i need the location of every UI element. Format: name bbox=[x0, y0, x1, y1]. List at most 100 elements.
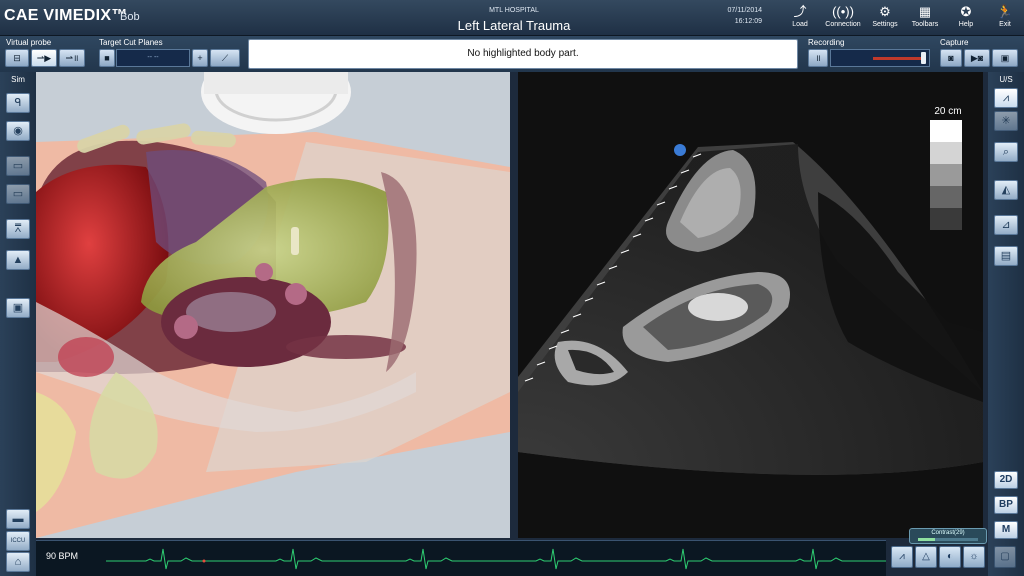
iccu-label: ICCU bbox=[10, 538, 26, 544]
hospital-name: MTL HOSPITAL bbox=[489, 7, 539, 14]
layer-icon: ▭ bbox=[12, 160, 24, 172]
eye-icon: ◉ bbox=[13, 125, 23, 137]
sim-warning-button[interactable]: ▲ bbox=[6, 250, 30, 270]
brightness-button[interactable]: ☼ bbox=[963, 546, 985, 568]
ultrasound-view[interactable]: 20 cm bbox=[518, 72, 983, 538]
cut-plane-stop-button[interactable]: ■ bbox=[99, 49, 115, 67]
us-sector-button[interactable]: ◭ bbox=[994, 180, 1018, 200]
recording-slider-handle[interactable] bbox=[921, 52, 926, 64]
sim-visibility-button[interactable]: ◉ bbox=[6, 121, 30, 141]
snowflake-icon: ✳ bbox=[1001, 115, 1011, 127]
anatomy-illustration bbox=[36, 72, 510, 538]
sim-panel bbox=[0, 72, 36, 576]
play-icon: ⇀▶ bbox=[36, 53, 52, 63]
recording-label: Recording bbox=[808, 38, 845, 47]
capture-photo-button[interactable]: ◙ bbox=[940, 49, 962, 67]
capture-video-button[interactable]: ▶◙ bbox=[964, 49, 990, 67]
exit-label: Exit bbox=[999, 21, 1011, 28]
cut-plane-field[interactable]: -- -- bbox=[116, 49, 190, 67]
contrast-toggle-button[interactable]: ◐ bbox=[939, 546, 961, 568]
ecg-trace bbox=[106, 548, 886, 570]
sim-window-button[interactable]: ▣ bbox=[6, 298, 30, 318]
help-label: Help bbox=[958, 21, 974, 28]
recording-pause-button[interactable]: ॥ bbox=[808, 49, 828, 67]
gallery-icon: ▣ bbox=[1000, 53, 1010, 63]
load-button[interactable]: ⤴ Load bbox=[781, 3, 819, 33]
connection-icon: ((•)) bbox=[832, 4, 854, 19]
ecg-strip: 90 BPM bbox=[36, 540, 886, 576]
us-zoom-button[interactable]: ⌕ bbox=[994, 142, 1018, 162]
body-icon: ᑫ bbox=[14, 97, 22, 109]
exit-button[interactable]: 🏃 Exit bbox=[986, 3, 1024, 33]
help-icon: ✪ bbox=[960, 4, 972, 19]
sim-monitor-button[interactable]: ▬ bbox=[6, 509, 30, 529]
probe-select-button[interactable]: ⊟ bbox=[5, 49, 29, 67]
mode-2d-button[interactable]: 2D bbox=[994, 471, 1018, 489]
mode-bp-button[interactable]: BP bbox=[994, 496, 1018, 514]
magnifier-icon: ⌕ bbox=[1002, 146, 1010, 158]
toolbars-button[interactable]: ▦ Toolbars bbox=[906, 3, 944, 33]
target-cut-planes-label: Target Cut Planes bbox=[99, 38, 163, 47]
plus-icon: + bbox=[197, 53, 203, 63]
probe-view-icon: ⩞ bbox=[14, 223, 22, 235]
virtual-probe-label: Virtual probe bbox=[6, 38, 52, 47]
probe-marker-icon bbox=[674, 144, 686, 156]
settings-button[interactable]: ⚙ Settings bbox=[866, 3, 904, 33]
sim-home-button[interactable]: ⌂ bbox=[6, 552, 30, 572]
connection-button[interactable]: ((•)) Connection bbox=[822, 3, 864, 33]
probe-play-button[interactable]: ⇀▶ bbox=[31, 49, 57, 67]
probe-curve-button[interactable]: △ bbox=[915, 546, 937, 568]
anatomy-3d-view[interactable] bbox=[36, 72, 510, 538]
time-display: 16:12:09 bbox=[734, 18, 762, 25]
ultrasound-image bbox=[518, 72, 983, 538]
us-freeze-button[interactable]: ✳ bbox=[994, 111, 1018, 131]
probe-sector-button[interactable]: ⩘ bbox=[891, 546, 913, 568]
sector-icon: ◭ bbox=[1001, 184, 1011, 196]
plane-tool-icon: ⟋ bbox=[221, 53, 229, 63]
triangle-icon: ▲ bbox=[12, 254, 24, 266]
curve-probe-icon: △ bbox=[922, 551, 930, 562]
window-icon: ▣ bbox=[12, 302, 24, 314]
load-icon: ⤴ bbox=[793, 4, 807, 19]
connection-label: Connection bbox=[825, 21, 861, 28]
extra-button[interactable]: ▢ bbox=[994, 546, 1016, 568]
brightness-icon: ☼ bbox=[969, 551, 979, 562]
sim-layer-button[interactable]: ▭ bbox=[6, 156, 30, 176]
us-ecg-button[interactable]: ⩘ bbox=[994, 88, 1018, 108]
annotate-icon: ▤ bbox=[1000, 250, 1012, 262]
highlight-message: No highlighted body part. bbox=[248, 39, 798, 69]
contrast-label: Contrast(29) bbox=[931, 530, 965, 536]
sim-body-button[interactable]: ᑫ bbox=[6, 93, 30, 113]
contrast-track[interactable] bbox=[918, 538, 978, 541]
sim-probe-view-button[interactable]: ⩞ bbox=[6, 219, 30, 239]
us-panel-title: U/S bbox=[999, 75, 1013, 84]
iccu-button[interactable]: ICCU bbox=[6, 531, 30, 551]
load-label: Load bbox=[792, 21, 808, 28]
mode-m-button[interactable]: M bbox=[994, 521, 1018, 539]
ecg-cursor bbox=[202, 559, 206, 563]
help-button[interactable]: ✪ Help bbox=[947, 3, 985, 33]
toolbars-label: Toolbars bbox=[911, 21, 939, 28]
monitor-icon: ▬ bbox=[12, 513, 24, 525]
probe-pause-button[interactable]: ⇀॥ bbox=[59, 49, 85, 67]
sim-panel-title: Sim bbox=[11, 75, 25, 84]
cut-plane-tool-button[interactable]: ⟋ bbox=[210, 49, 240, 67]
slice-icon: ▭ bbox=[12, 188, 24, 200]
sim-slice-button[interactable]: ▭ bbox=[6, 184, 30, 204]
cut-plane-add-button[interactable]: + bbox=[192, 49, 208, 67]
brand-title: CAE VIMEDIX™ bbox=[4, 7, 128, 24]
recording-timeline[interactable] bbox=[830, 49, 930, 67]
date-display: 07/11/2014 bbox=[727, 7, 762, 14]
case-title: Left Lateral Trauma bbox=[457, 18, 571, 33]
sector-probe-icon: ⩘ bbox=[899, 551, 905, 562]
us-annotate-button[interactable]: ▤ bbox=[994, 246, 1018, 266]
capture-gallery-button[interactable]: ▣ bbox=[992, 49, 1018, 67]
contrast-fill bbox=[918, 538, 936, 541]
contrast-control[interactable]: Contrast(29) bbox=[909, 528, 987, 544]
ecg-wave-icon: ⩘ bbox=[1002, 92, 1010, 104]
us-measure-button[interactable]: ⊿ bbox=[994, 215, 1018, 235]
capture-label: Capture bbox=[940, 38, 969, 47]
user-name: Bob bbox=[120, 11, 140, 23]
pause-icon: ⇀॥ bbox=[65, 53, 79, 63]
home-icon: ⌂ bbox=[14, 556, 22, 568]
